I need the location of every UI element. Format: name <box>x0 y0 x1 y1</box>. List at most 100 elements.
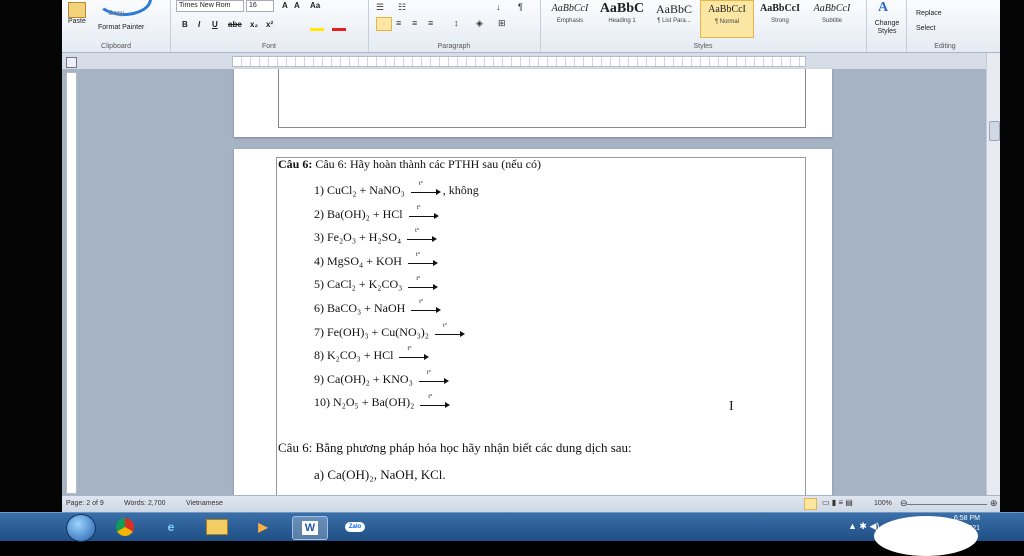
change-case-icon[interactable]: Aa <box>310 1 320 10</box>
equation-text: 4) MgSO₄ + KOH <box>314 253 402 268</box>
justify-icon[interactable]: ≡ <box>428 18 433 28</box>
bold-button[interactable]: B <box>182 20 188 29</box>
word-count[interactable]: Words: 2,700 <box>124 500 166 507</box>
style-preview: AaBbCcI <box>551 3 589 14</box>
equation-line: 10) N₂O₅ + Ba(OH)₂ t° <box>314 394 451 410</box>
equation-text: 8) K₂CO₃ + HCl <box>314 348 394 363</box>
style-name: ¶ List Para... <box>657 18 691 24</box>
paste-button[interactable]: Paste <box>68 18 86 25</box>
clock[interactable]: 6:58 PM 2021 <box>954 514 980 534</box>
strikethrough-icon[interactable]: abe <box>228 20 242 29</box>
align-center-icon[interactable]: ≡ <box>396 18 401 28</box>
font-name-box[interactable]: Times New Rom <box>176 0 244 12</box>
right-black-border <box>1000 0 1024 512</box>
horizontal-ruler[interactable] <box>232 56 806 67</box>
subscript-icon[interactable]: x₂ <box>250 20 258 29</box>
equation-text: 10) N₂O₅ + Ba(OH)₂ <box>314 395 415 410</box>
italic-button[interactable]: I <box>198 20 200 29</box>
style-preview: AaBbCcI <box>708 4 746 15</box>
scroll-thumb[interactable] <box>989 121 1000 141</box>
font-group: Times New Rom 16 A A Aa B I U abe x₂ x² … <box>170 0 369 52</box>
zoom-slider[interactable] <box>907 504 987 505</box>
file-explorer-icon[interactable] <box>200 516 234 538</box>
internet-explorer-icon[interactable]: e <box>154 516 188 538</box>
reaction-arrow-icon: t° <box>434 323 465 338</box>
reaction-arrow-icon: t° <box>408 276 439 291</box>
editing-label: Editing <box>934 43 956 50</box>
select-button[interactable]: Select <box>916 25 935 32</box>
shading-icon[interactable]: ◈ <box>476 18 483 29</box>
align-right-icon[interactable]: ≡ <box>412 18 417 28</box>
question-6-text: Câu 6: Hãy hoàn thành các PTHH sau (nếu … <box>315 157 541 171</box>
chrome-icon[interactable] <box>108 516 142 538</box>
style-emphasis[interactable]: AaBbCcI Emphasis <box>544 0 596 36</box>
underline-button[interactable]: U <box>212 20 218 29</box>
change-styles-icon[interactable]: A <box>878 0 888 16</box>
bullets-icon[interactable]: ☰ <box>376 2 384 13</box>
style-name: Subtitle <box>821 18 842 24</box>
equation-text: 6) BaCO₃ + NaOH <box>314 301 406 315</box>
page-indicator[interactable]: Page: 2 of 9 <box>66 500 104 507</box>
ruler-ticks <box>233 57 805 66</box>
superscript-icon[interactable]: x² <box>266 20 273 29</box>
equation-line: 8) K₂CO₃ + HCl t° <box>314 346 430 363</box>
style-list-paragraph[interactable]: AaBbC ¶ List Para... <box>648 0 700 36</box>
word-taskbar-button[interactable]: W <box>292 516 328 540</box>
zoom-level[interactable]: 100% <box>874 500 892 507</box>
reaction-condition: t° <box>415 228 420 235</box>
style-preview: AaBbC <box>656 2 692 16</box>
media-player-icon[interactable]: ▶ <box>246 516 280 538</box>
vertical-ruler[interactable] <box>66 72 77 494</box>
font-color-icon[interactable] <box>332 28 346 31</box>
shrink-font-icon[interactable]: A <box>294 1 300 10</box>
style-subtitle[interactable]: AaBbCcI Subtitle <box>806 0 858 36</box>
reaction-arrow-icon: t° <box>410 181 441 196</box>
style-name: ¶ Normal <box>714 19 740 25</box>
reaction-condition: t° <box>416 204 421 211</box>
equation-text: 2) Ba(OH)₂ + HCl <box>314 206 403 221</box>
other-views-icon[interactable]: ▭ ▮ ≡ ▤ <box>822 498 853 507</box>
tab-selector[interactable] <box>66 57 77 68</box>
vertical-scrollbar[interactable] <box>986 53 1000 495</box>
reaction-arrow-icon: t° <box>418 370 449 385</box>
reaction-condition: t° <box>418 181 423 188</box>
text-cursor-icon: I <box>729 399 734 414</box>
page-2[interactable]: Câu 6: Câu 6: Hãy hoàn thành các PTHH sa… <box>234 149 832 499</box>
equation-line: 6) BaCO₃ + NaOH t° <box>314 299 442 316</box>
font-size-box[interactable]: 16 <box>246 0 274 12</box>
language-indicator[interactable]: Vietnamese <box>186 500 223 507</box>
taskbar: e ▶ W Zalo ▲ ✱ ◀) <box>0 512 1024 542</box>
pilcrow-icon[interactable]: ¶ <box>518 2 523 12</box>
line-spacing-icon[interactable]: ↕ <box>454 18 459 28</box>
reaction-arrow-icon: t° <box>407 252 438 267</box>
paste-icon[interactable] <box>68 2 86 18</box>
equation-text: 5) CaCl₂ + K₂CO₃ <box>314 277 403 292</box>
copy-button[interactable]: Copy <box>108 10 124 17</box>
replace-button[interactable]: Replace <box>916 10 942 17</box>
numbering-icon[interactable]: ☷ <box>398 2 406 13</box>
equation-line: 7) Fe(OH)₃ + Cu(NO₃)₂ t° <box>314 323 465 340</box>
ribbon: Paste Copy Format Painter Clipboard Time… <box>62 0 1000 53</box>
reaction-arrow-icon: t° <box>407 228 438 243</box>
highlight-color-icon[interactable] <box>310 28 324 31</box>
page-border <box>278 69 806 128</box>
align-left-icon[interactable] <box>376 17 392 31</box>
start-button-icon[interactable] <box>66 514 96 542</box>
print-layout-view-icon[interactable] <box>804 498 817 510</box>
style-heading-1[interactable]: AaBbC Heading 1 <box>596 0 648 36</box>
style-normal[interactable]: AaBbCcI ¶ Normal <box>700 0 754 38</box>
clock-time: 6:58 PM <box>953 515 980 522</box>
zalo-taskbar-button[interactable]: Zalo <box>338 516 372 538</box>
zoom-in-icon[interactable]: ⊕ <box>990 498 998 509</box>
question-6b-heading: Câu 6: Bằng phương pháp hóa học hãy nhận… <box>278 440 632 455</box>
borders-icon[interactable]: ⊞ <box>498 18 506 29</box>
style-preview: AaBbCcI <box>813 3 851 14</box>
sort-icon[interactable]: ↓ <box>496 2 501 12</box>
format-painter-button[interactable]: Format Painter <box>98 24 144 31</box>
change-styles-button[interactable]: Change Styles <box>872 20 902 36</box>
style-strong[interactable]: AaBbCcI Strong <box>754 0 806 36</box>
grow-font-icon[interactable]: A <box>282 1 288 10</box>
style-preview: AaBbC <box>599 1 645 16</box>
style-name: Strong <box>771 18 789 24</box>
clipboard-label: Clipboard <box>101 43 131 50</box>
